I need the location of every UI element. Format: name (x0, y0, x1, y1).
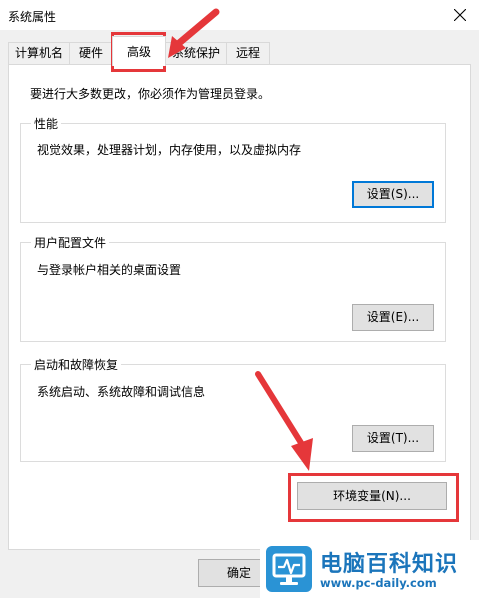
tab-label: 高级 (126, 45, 151, 59)
arrow-to-advanced-tab-icon (168, 8, 220, 58)
watermark-logo (266, 546, 312, 592)
monitor-icon (272, 553, 306, 585)
watermark-url: www.pc-daily.com (320, 576, 437, 590)
watermark-title: 电脑百科知识 (320, 552, 459, 577)
arrow-to-env-button-icon (255, 371, 313, 471)
watermark: 电脑百科知识 www.pc-daily.com (260, 540, 479, 598)
system-properties-window: 系统属性 计算机名 硬件 高级 系统保护 远程 要进行大多数更改，你必须作为管理… (0, 0, 479, 598)
annotation-arrows (168, 8, 313, 471)
tab-advanced[interactable]: 高级 (112, 36, 166, 66)
